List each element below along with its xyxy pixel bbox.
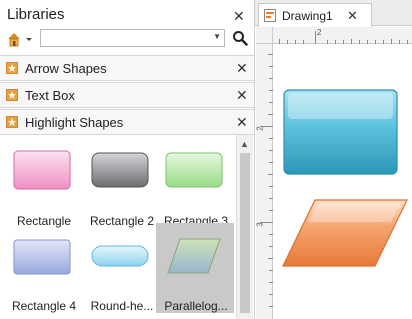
search-icon xyxy=(233,31,248,46)
shape-tile-rectangle-2[interactable]: Rectangle 2 xyxy=(82,143,160,228)
horizontal-ruler: 2 xyxy=(273,27,412,44)
shape-tile-rectangle-4[interactable]: Rectangle 4 xyxy=(4,228,82,313)
search-button[interactable] xyxy=(232,30,248,46)
ruler-label: 3 xyxy=(255,222,265,227)
library-category-icon xyxy=(6,116,18,128)
ruler-label: 2 xyxy=(317,28,322,37)
library-category-icon xyxy=(6,89,18,101)
canvas-parallelogram-shape[interactable] xyxy=(282,199,408,267)
close-category-icon[interactable]: ✕ xyxy=(236,88,248,102)
category-label: Arrow Shapes xyxy=(25,61,107,76)
category-label: Text Box xyxy=(25,88,75,103)
shape-label: Parallelog... xyxy=(164,299,228,313)
rectangle-2-shape-icon xyxy=(91,152,149,188)
shape-label: Rectangle 2 xyxy=(89,214,155,228)
canvas-shapes xyxy=(282,89,408,267)
panel-divider[interactable] xyxy=(254,0,255,319)
rectangle-shape-icon xyxy=(13,150,71,190)
scroll-up-arrow-icon[interactable]: ▲ xyxy=(240,139,249,149)
library-search-input[interactable]: ▼ xyxy=(40,29,225,47)
shape-tile-parallelogram[interactable]: Parallelog... xyxy=(156,223,234,313)
close-libraries-icon[interactable]: ✕ xyxy=(233,9,245,23)
shape-tile-rectangle[interactable]: Rectangle xyxy=(4,143,82,228)
vertical-ruler-ticks xyxy=(260,54,273,307)
shape-label: Rectangle 4 xyxy=(11,299,77,313)
ruler-corner xyxy=(256,27,273,44)
shape-tile-round-head-rectangle[interactable]: Round-he... xyxy=(82,228,160,313)
shape-gallery-scrollbar[interactable]: ▲ xyxy=(236,135,253,319)
category-arrow-shapes[interactable]: Arrow Shapes ✕ xyxy=(0,55,255,81)
tab-label: Drawing1 xyxy=(282,9,333,23)
horizontal-ruler-ticks xyxy=(279,31,408,44)
close-category-icon[interactable]: ✕ xyxy=(236,115,248,129)
libraries-panel: Libraries ✕ ▼ Arrow Shapes ✕ Text Box ✕ … xyxy=(0,0,255,319)
libraries-title: Libraries xyxy=(7,6,65,23)
chevron-down-icon[interactable]: ▼ xyxy=(213,32,221,41)
scrollbar-thumb[interactable] xyxy=(240,153,250,313)
home-dropdown-button[interactable] xyxy=(6,31,38,47)
drawing-canvas[interactable] xyxy=(273,44,412,319)
round-head-shape-icon xyxy=(91,245,149,267)
vertical-ruler: 2 3 xyxy=(256,44,273,319)
library-category-icon xyxy=(6,62,18,74)
shape-label: Rectangle xyxy=(16,214,72,228)
home-icon xyxy=(8,33,32,47)
parallelogram-shape-icon xyxy=(167,238,221,274)
category-label: Highlight Shapes xyxy=(25,115,124,130)
close-category-icon[interactable]: ✕ xyxy=(236,61,248,75)
drawing-icon xyxy=(264,9,276,22)
canvas-rectangle-shape[interactable] xyxy=(283,89,398,175)
ruler-label: 2 xyxy=(255,126,265,131)
shape-gallery: Rectangle Rectangle 2 Rectangle 3 Rectan… xyxy=(0,135,236,319)
shape-tile-rectangle-3[interactable]: Rectangle 3 xyxy=(156,143,234,228)
category-highlight-shapes[interactable]: Highlight Shapes ✕ xyxy=(0,109,255,135)
rectangle-4-shape-icon xyxy=(13,239,71,275)
rectangle-3-shape-icon xyxy=(165,152,223,188)
shape-label: Round-he... xyxy=(90,299,154,313)
tab-drawing1[interactable]: Drawing1 ✕ xyxy=(258,3,372,27)
close-tab-icon[interactable]: ✕ xyxy=(347,8,358,24)
category-text-box[interactable]: Text Box ✕ xyxy=(0,82,255,108)
